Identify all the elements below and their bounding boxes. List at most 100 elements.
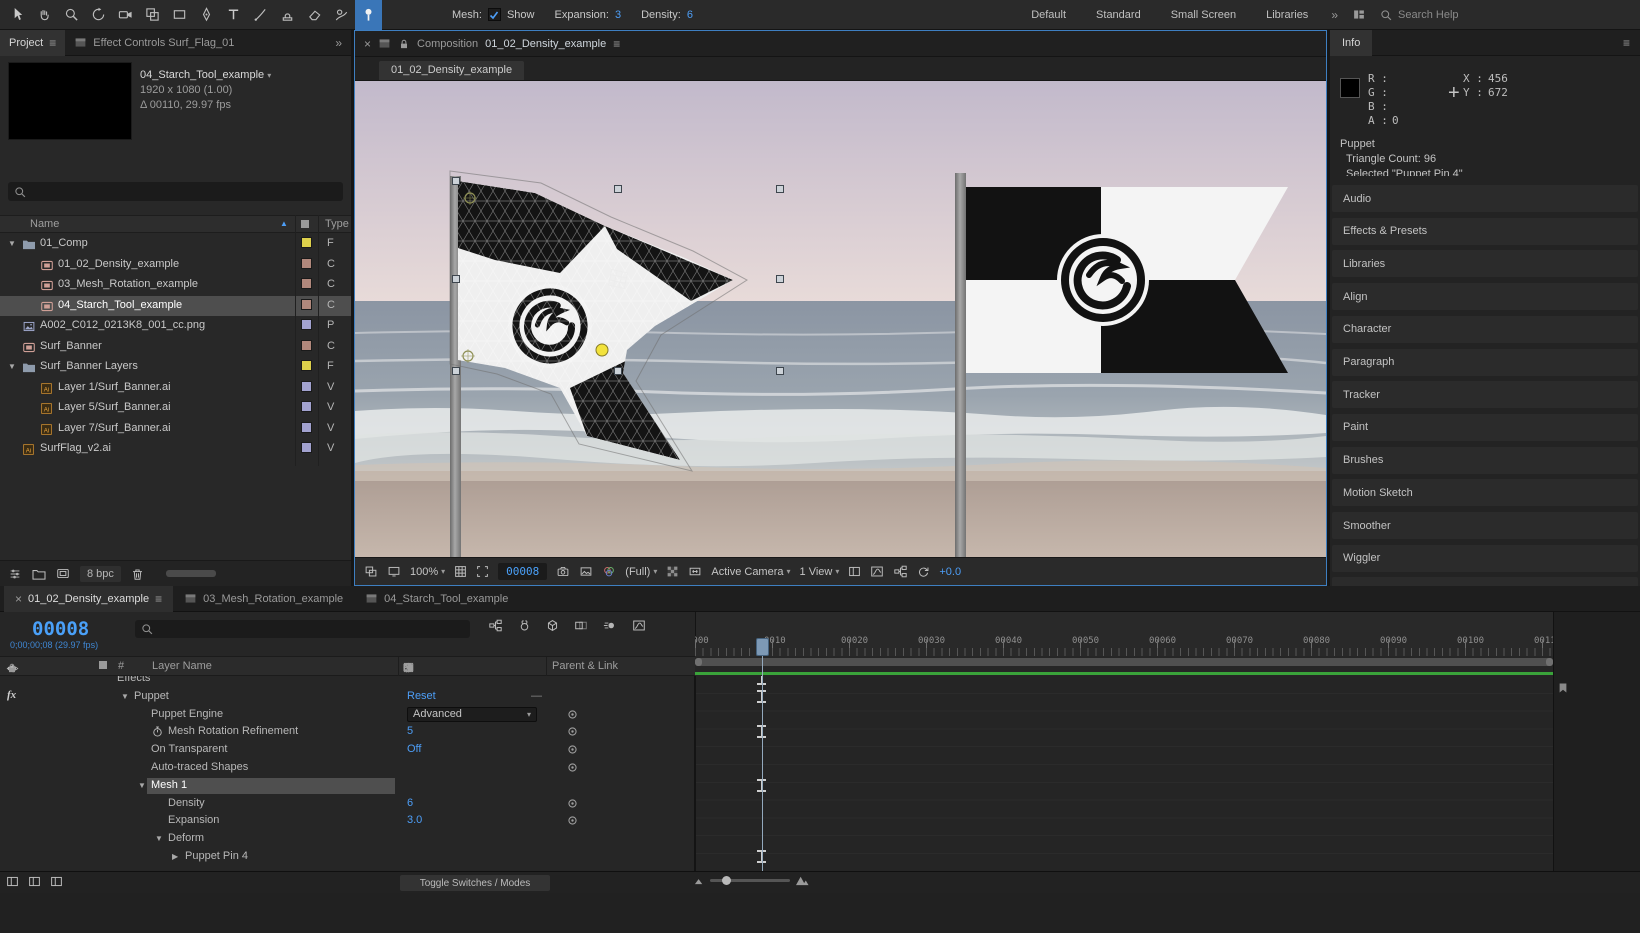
zoom-slider-handle[interactable] bbox=[722, 876, 731, 885]
density-value[interactable]: 6 bbox=[687, 9, 693, 21]
twirl-right-icon[interactable]: ▶ bbox=[172, 852, 178, 861]
puppet-pin-tool-icon[interactable] bbox=[355, 0, 382, 30]
zoom-tool-icon[interactable] bbox=[58, 0, 85, 30]
motion-blur-icon[interactable] bbox=[603, 619, 617, 632]
timeline-property-row[interactable]: On Transparent Off bbox=[0, 741, 695, 759]
workspace-small-screen[interactable]: Small Screen bbox=[1156, 0, 1251, 30]
panel-menu-icon[interactable]: ≡ bbox=[1613, 36, 1640, 50]
pick-whip-icon[interactable] bbox=[566, 814, 579, 827]
label-color-swatch[interactable] bbox=[301, 278, 312, 289]
project-row[interactable]: Surf_BannerC bbox=[0, 337, 351, 358]
type-tool-icon[interactable] bbox=[220, 0, 247, 30]
roto-brush-tool-icon[interactable] bbox=[328, 0, 355, 30]
panel-header-motion-sketch[interactable]: Motion Sketch bbox=[1332, 479, 1638, 506]
shape-tool-icon[interactable] bbox=[166, 0, 193, 30]
property-dropdown[interactable]: Advanced▾ bbox=[407, 707, 537, 722]
project-row[interactable]: AiLayer 7/Surf_Banner.aiV bbox=[0, 419, 351, 440]
workspace-menu-icon[interactable] bbox=[1346, 8, 1372, 21]
timeline-property-row[interactable]: Mesh Rotation Refinement5 bbox=[0, 723, 695, 741]
label-color-swatch[interactable] bbox=[301, 401, 312, 412]
tab-overflow-chevron[interactable]: » bbox=[326, 36, 351, 50]
grid-guides-icon[interactable] bbox=[454, 565, 467, 578]
lock-icon[interactable] bbox=[398, 38, 410, 50]
expansion-value[interactable]: 3 bbox=[615, 9, 621, 21]
orbit-camera-tool-icon[interactable] bbox=[85, 0, 112, 30]
twirl-down-icon[interactable]: ▼ bbox=[8, 239, 16, 248]
panel-header-paragraph[interactable]: Paragraph bbox=[1332, 349, 1638, 376]
panel-header-align[interactable]: Align bbox=[1332, 283, 1638, 310]
region-of-interest-icon[interactable] bbox=[476, 565, 489, 578]
column-divider[interactable] bbox=[318, 215, 319, 466]
view-layout-dropdown[interactable]: 1 View▾ bbox=[800, 566, 840, 578]
timeline-tab-mesh-rotation[interactable]: 03_Mesh_Rotation_example bbox=[173, 586, 354, 612]
label-color-swatch[interactable] bbox=[301, 360, 312, 371]
label-color-swatch[interactable] bbox=[301, 258, 312, 269]
project-row[interactable]: 04_Starch_Tool_exampleC bbox=[0, 296, 351, 317]
label-color-column-icon[interactable] bbox=[300, 219, 310, 229]
stopwatch-icon[interactable] bbox=[151, 725, 164, 738]
property-label[interactable]: Puppet Engine bbox=[151, 708, 223, 720]
current-time-display[interactable]: 00008 bbox=[32, 618, 89, 640]
frame-blending-icon[interactable] bbox=[574, 619, 588, 632]
property-label[interactable]: Mesh 1 bbox=[147, 778, 395, 794]
project-row[interactable]: A002_C012_0213K8_001_cc.pngP bbox=[0, 316, 351, 337]
property-label[interactable]: Puppet bbox=[134, 690, 169, 702]
layer-name-column-header[interactable]: Layer Name bbox=[152, 660, 212, 672]
project-row[interactable]: 03_Mesh_Rotation_exampleC bbox=[0, 275, 351, 296]
project-columns-header[interactable]: Name ▲ Type bbox=[0, 215, 351, 233]
label-color-swatch[interactable] bbox=[301, 319, 312, 330]
workspace-standard[interactable]: Standard bbox=[1081, 0, 1156, 30]
property-value[interactable]: Off bbox=[407, 743, 421, 755]
selection-tool-icon[interactable] bbox=[4, 0, 31, 30]
interpret-footage-icon[interactable] bbox=[8, 567, 22, 581]
label-color-swatch[interactable] bbox=[301, 299, 312, 310]
new-composition-icon[interactable] bbox=[56, 567, 70, 580]
panel-header-paint[interactable]: Paint bbox=[1332, 414, 1638, 441]
label-color-swatch[interactable] bbox=[301, 442, 312, 453]
panel-header-smoother[interactable]: Smoother bbox=[1332, 512, 1638, 539]
mini-flowchart-icon[interactable] bbox=[488, 619, 503, 632]
camera-dropdown[interactable]: Active Camera▾ bbox=[711, 566, 790, 578]
timeline-property-row[interactable]: Density6 bbox=[0, 795, 695, 813]
show-mesh-checkbox[interactable] bbox=[488, 8, 501, 21]
primary-viewer-icon[interactable] bbox=[387, 565, 401, 578]
pick-whip-icon[interactable] bbox=[566, 743, 579, 756]
twirl-down-icon[interactable]: ▼ bbox=[8, 362, 16, 371]
property-label[interactable]: Deform bbox=[168, 832, 204, 844]
twirl-down-icon[interactable]: ▼ bbox=[121, 692, 129, 701]
snapshot-icon[interactable] bbox=[556, 565, 570, 578]
trash-icon[interactable] bbox=[131, 567, 144, 581]
mini-flowchart-icon[interactable] bbox=[893, 565, 908, 578]
label-color-column-icon[interactable] bbox=[98, 660, 108, 670]
current-time-indicator[interactable] bbox=[756, 638, 769, 656]
shy-layers-icon[interactable] bbox=[518, 619, 531, 632]
tab-info[interactable]: Info bbox=[1330, 30, 1372, 56]
panel-header-mask-interpolation[interactable]: Mask Interpolation bbox=[1332, 577, 1638, 586]
eraser-tool-icon[interactable] bbox=[301, 0, 328, 30]
zoom-out-mountain-icon[interactable] bbox=[694, 875, 705, 886]
new-folder-icon[interactable] bbox=[32, 568, 46, 580]
hand-tool-icon[interactable] bbox=[31, 0, 58, 30]
brush-tool-icon[interactable] bbox=[247, 0, 274, 30]
timeline-property-row[interactable]: fx▼PuppetReset— bbox=[0, 688, 695, 706]
exposure-histogram-icon[interactable] bbox=[870, 565, 884, 578]
composition-tab-label[interactable]: Composition bbox=[417, 38, 478, 50]
property-value[interactable]: 6 bbox=[407, 797, 413, 809]
property-label[interactable]: Puppet Pin 4 bbox=[185, 850, 248, 862]
always-preview-icon[interactable] bbox=[364, 565, 378, 578]
project-row[interactable]: AiLayer 1/Surf_Banner.aiV bbox=[0, 378, 351, 399]
transparency-grid-icon[interactable] bbox=[666, 565, 679, 578]
project-row[interactable]: 01_02_Density_exampleC bbox=[0, 255, 351, 276]
search-help-input[interactable] bbox=[1398, 9, 1632, 21]
property-value[interactable]: 3.0 bbox=[407, 814, 422, 826]
timeline-property-row[interactable]: Effects bbox=[0, 676, 695, 688]
composition-canvas[interactable] bbox=[355, 81, 1326, 557]
clone-stamp-tool-icon[interactable] bbox=[274, 0, 301, 30]
property-label[interactable]: On Transparent bbox=[151, 743, 227, 755]
project-row[interactable]: ▼01_CompF bbox=[0, 234, 351, 255]
timeline-property-row[interactable]: Expansion3.0 bbox=[0, 812, 695, 830]
pen-tool-icon[interactable] bbox=[193, 0, 220, 30]
label-color-swatch[interactable] bbox=[301, 422, 312, 433]
panel-header-wiggler[interactable]: Wiggler bbox=[1332, 545, 1638, 572]
project-row[interactable]: ▼Surf_Banner LayersF bbox=[0, 357, 351, 378]
